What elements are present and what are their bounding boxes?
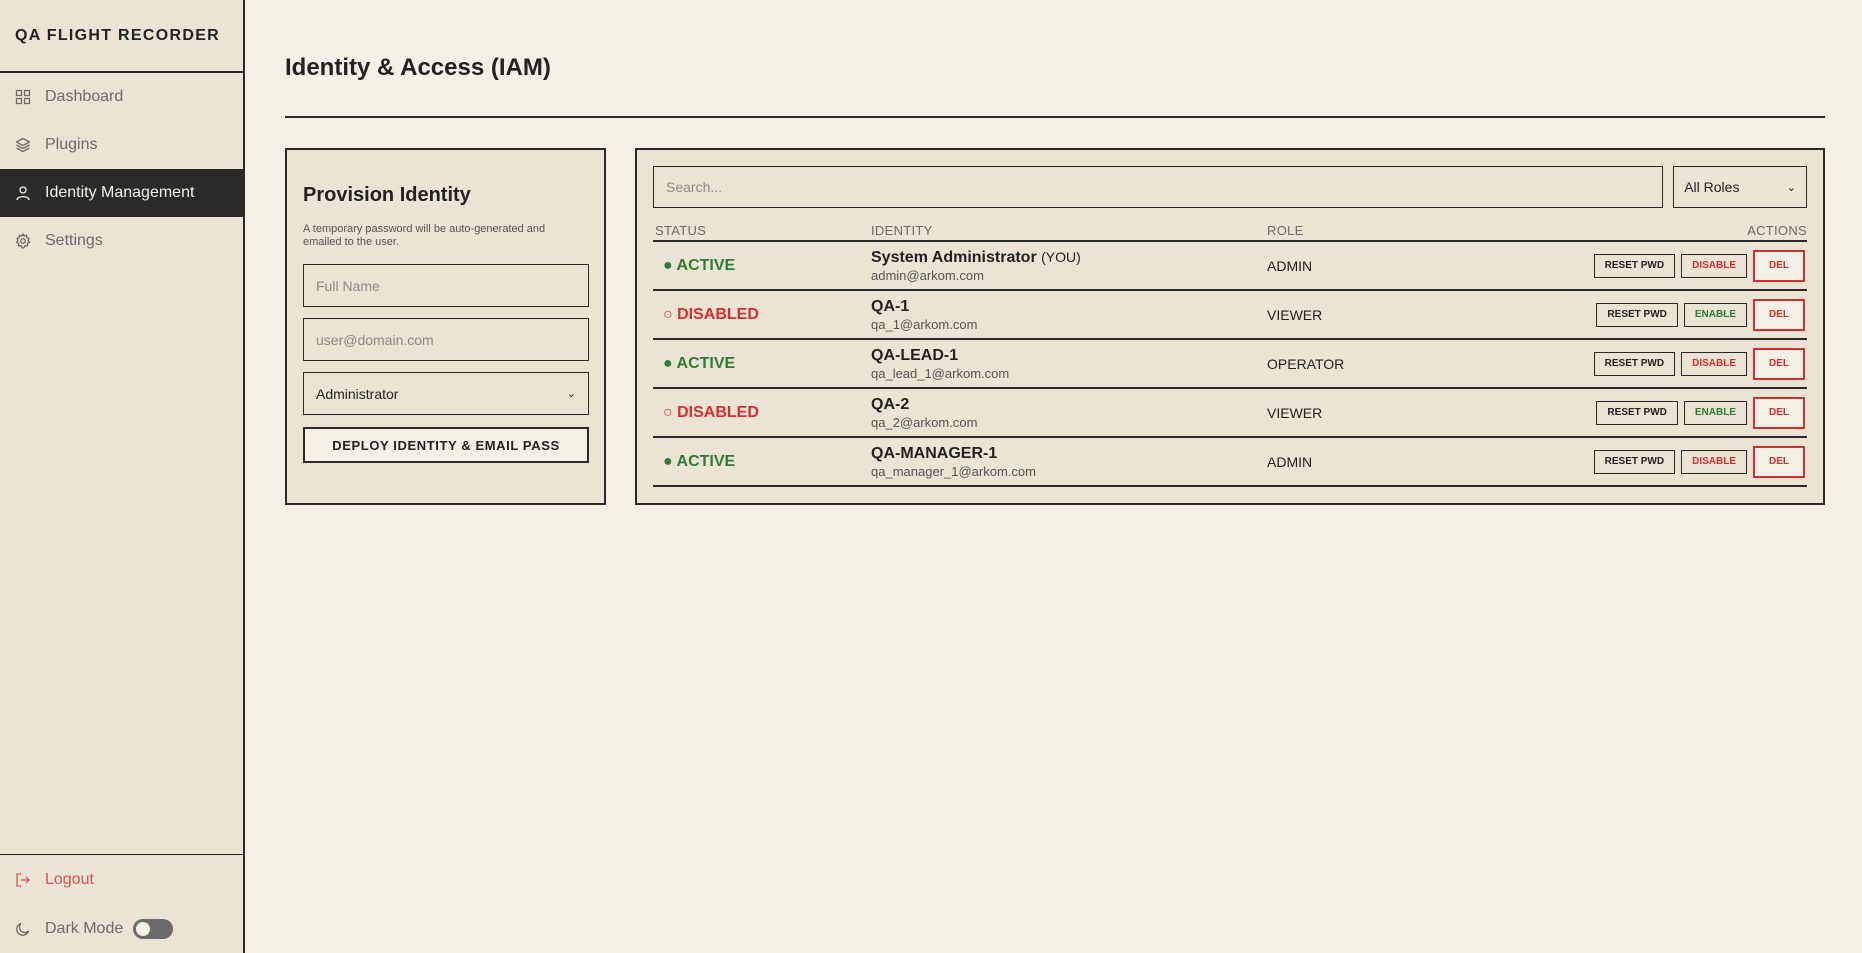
full-name-input[interactable] (303, 264, 589, 307)
identity-email: qa_lead_1@arkom.com (871, 365, 1010, 381)
sidebar-item-label: Settings (45, 232, 103, 249)
dark-mode-toggle[interactable] (133, 919, 174, 939)
role-cell: VIEWER (1267, 404, 1323, 421)
enable-button[interactable]: ENABLE (1683, 302, 1747, 327)
identity-name: QA-LEAD-1 (871, 346, 959, 364)
table-row: ○ DISABLED QA-1 qa_1@arkom.com VIEWER RE… (653, 291, 1807, 340)
users-toolbar: All Roles ⌄ (653, 166, 1807, 208)
sidebar-nav: Dashboard Plugins Identity Management Se… (0, 73, 243, 265)
disable-button[interactable]: DISABLE (1681, 351, 1747, 376)
chevron-down-icon: ⌄ (566, 388, 576, 400)
table-row: ● ACTIVE QA-MANAGER-1 qa_manager_1@arkom… (653, 438, 1807, 487)
role-select-value: Administrator (316, 385, 399, 402)
identity-list-panel: All Roles ⌄ STATUS IDENTITY ROLE ACTIONS… (635, 148, 1825, 505)
delete-button[interactable]: DEL (1753, 347, 1805, 380)
user-icon (15, 185, 31, 201)
sidebar-item-label: Identity Management (45, 184, 195, 201)
status-badge: ○ DISABLED (663, 305, 759, 323)
role-filter-select[interactable]: All Roles ⌄ (1673, 166, 1807, 208)
reset-password-button[interactable]: RESET PWD (1596, 302, 1678, 327)
column-header-status: STATUS (655, 223, 707, 238)
role-cell: ADMIN (1267, 453, 1313, 470)
role-filter-value: All Roles (1684, 179, 1740, 195)
disable-button[interactable]: DISABLE (1681, 253, 1747, 278)
identity-name: QA-2 (871, 395, 910, 413)
sidebar: QA FLIGHT RECORDER Dashboard Plugins Ide… (0, 0, 245, 953)
app-title: QA FLIGHT RECORDER (0, 0, 243, 73)
identity-cell: QA-LEAD-1 qa_lead_1@arkom.com (871, 347, 1267, 381)
role-cell: ADMIN (1267, 257, 1313, 274)
sidebar-footer: Logout Dark Mode (0, 854, 243, 953)
table-header: STATUS IDENTITY ROLE ACTIONS (653, 221, 1807, 242)
actions-cell: RESET PWD DISABLE DEL (1487, 347, 1807, 380)
status-badge: ● ACTIVE (663, 256, 736, 274)
reset-password-button[interactable]: RESET PWD (1593, 351, 1676, 376)
identity-cell: QA-MANAGER-1 qa_manager_1@arkom.com (871, 445, 1267, 479)
moon-icon (15, 921, 31, 937)
column-header-role: ROLE (1267, 223, 1304, 238)
identity-cell: QA-2 qa_2@arkom.com (871, 396, 1267, 430)
column-header-actions: ACTIONS (1747, 223, 1807, 238)
status-badge: ○ DISABLED (663, 403, 759, 421)
identity-name: QA-MANAGER-1 (871, 444, 998, 462)
role-select[interactable]: Administrator ⌄ (303, 372, 589, 415)
disable-button[interactable]: DISABLE (1681, 449, 1747, 474)
chevron-down-icon: ⌄ (1786, 181, 1796, 194)
delete-button[interactable]: DEL (1753, 298, 1805, 331)
enable-button[interactable]: ENABLE (1683, 400, 1747, 425)
provision-identity-panel: Provision Identity A temporary password … (285, 148, 606, 505)
provision-title: Provision Identity (303, 184, 471, 206)
layers-icon (15, 137, 31, 153)
table-row: ● ACTIVE QA-LEAD-1 qa_lead_1@arkom.com O… (653, 340, 1807, 389)
grid-icon (15, 89, 31, 105)
identity-email: qa_1@arkom.com (871, 316, 978, 332)
table-row: ○ DISABLED QA-2 qa_2@arkom.com VIEWER RE… (653, 389, 1807, 438)
reset-password-button[interactable]: RESET PWD (1593, 449, 1676, 474)
delete-button[interactable]: DEL (1753, 249, 1805, 282)
identity-email: admin@arkom.com (871, 268, 984, 283)
actions-cell: RESET PWD ENABLE DEL (1487, 298, 1807, 331)
identity-name: QA-1 (871, 297, 910, 315)
identity-cell: QA-1 qa_1@arkom.com (871, 298, 1267, 332)
deploy-identity-button[interactable]: DEPLOY IDENTITY & EMAIL PASS (303, 427, 589, 463)
status-badge: ● ACTIVE (663, 452, 736, 470)
role-cell: VIEWER (1267, 306, 1323, 323)
gear-icon (15, 233, 31, 249)
identity-email: qa_manager_1@arkom.com (871, 463, 1036, 479)
dark-mode-label: Dark Mode (45, 920, 124, 937)
reset-password-button[interactable]: RESET PWD (1593, 253, 1676, 278)
delete-button[interactable]: DEL (1753, 396, 1805, 429)
search-input[interactable] (653, 166, 1664, 208)
provision-hint: A temporary password will be auto-genera… (303, 223, 546, 248)
logout-icon (15, 872, 31, 888)
sidebar-item-plugins[interactable]: Plugins (0, 121, 243, 169)
delete-button[interactable]: DEL (1753, 445, 1805, 478)
actions-cell: RESET PWD ENABLE DEL (1487, 396, 1807, 429)
logout-label: Logout (45, 871, 94, 888)
sidebar-item-label: Plugins (45, 136, 98, 153)
title-divider (285, 116, 1825, 118)
page-title: Identity & Access (IAM) (285, 54, 551, 81)
email-input[interactable] (303, 318, 589, 361)
table-row: ● ACTIVE System Administrator (YOU) admi… (653, 242, 1807, 291)
sidebar-item-dashboard[interactable]: Dashboard (0, 73, 243, 121)
dark-mode-row: Dark Mode (0, 905, 243, 953)
status-badge: ● ACTIVE (663, 354, 736, 372)
logout-button[interactable]: Logout (0, 855, 243, 905)
sidebar-item-label: Dashboard (45, 88, 124, 105)
actions-cell: RESET PWD DISABLE DEL (1487, 249, 1807, 282)
sidebar-item-settings[interactable]: Settings (0, 217, 243, 265)
reset-password-button[interactable]: RESET PWD (1596, 400, 1678, 425)
actions-cell: RESET PWD DISABLE DEL (1487, 445, 1807, 478)
column-header-identity: IDENTITY (871, 223, 933, 238)
role-cell: OPERATOR (1267, 355, 1345, 372)
identity-name: System Administrator (871, 249, 1037, 266)
identity-email: qa_2@arkom.com (871, 414, 978, 430)
identity-cell: System Administrator (YOU) admin@arkom.c… (871, 248, 1267, 283)
you-tag: (YOU) (1041, 249, 1081, 265)
sidebar-item-identity-management[interactable]: Identity Management (0, 169, 243, 217)
